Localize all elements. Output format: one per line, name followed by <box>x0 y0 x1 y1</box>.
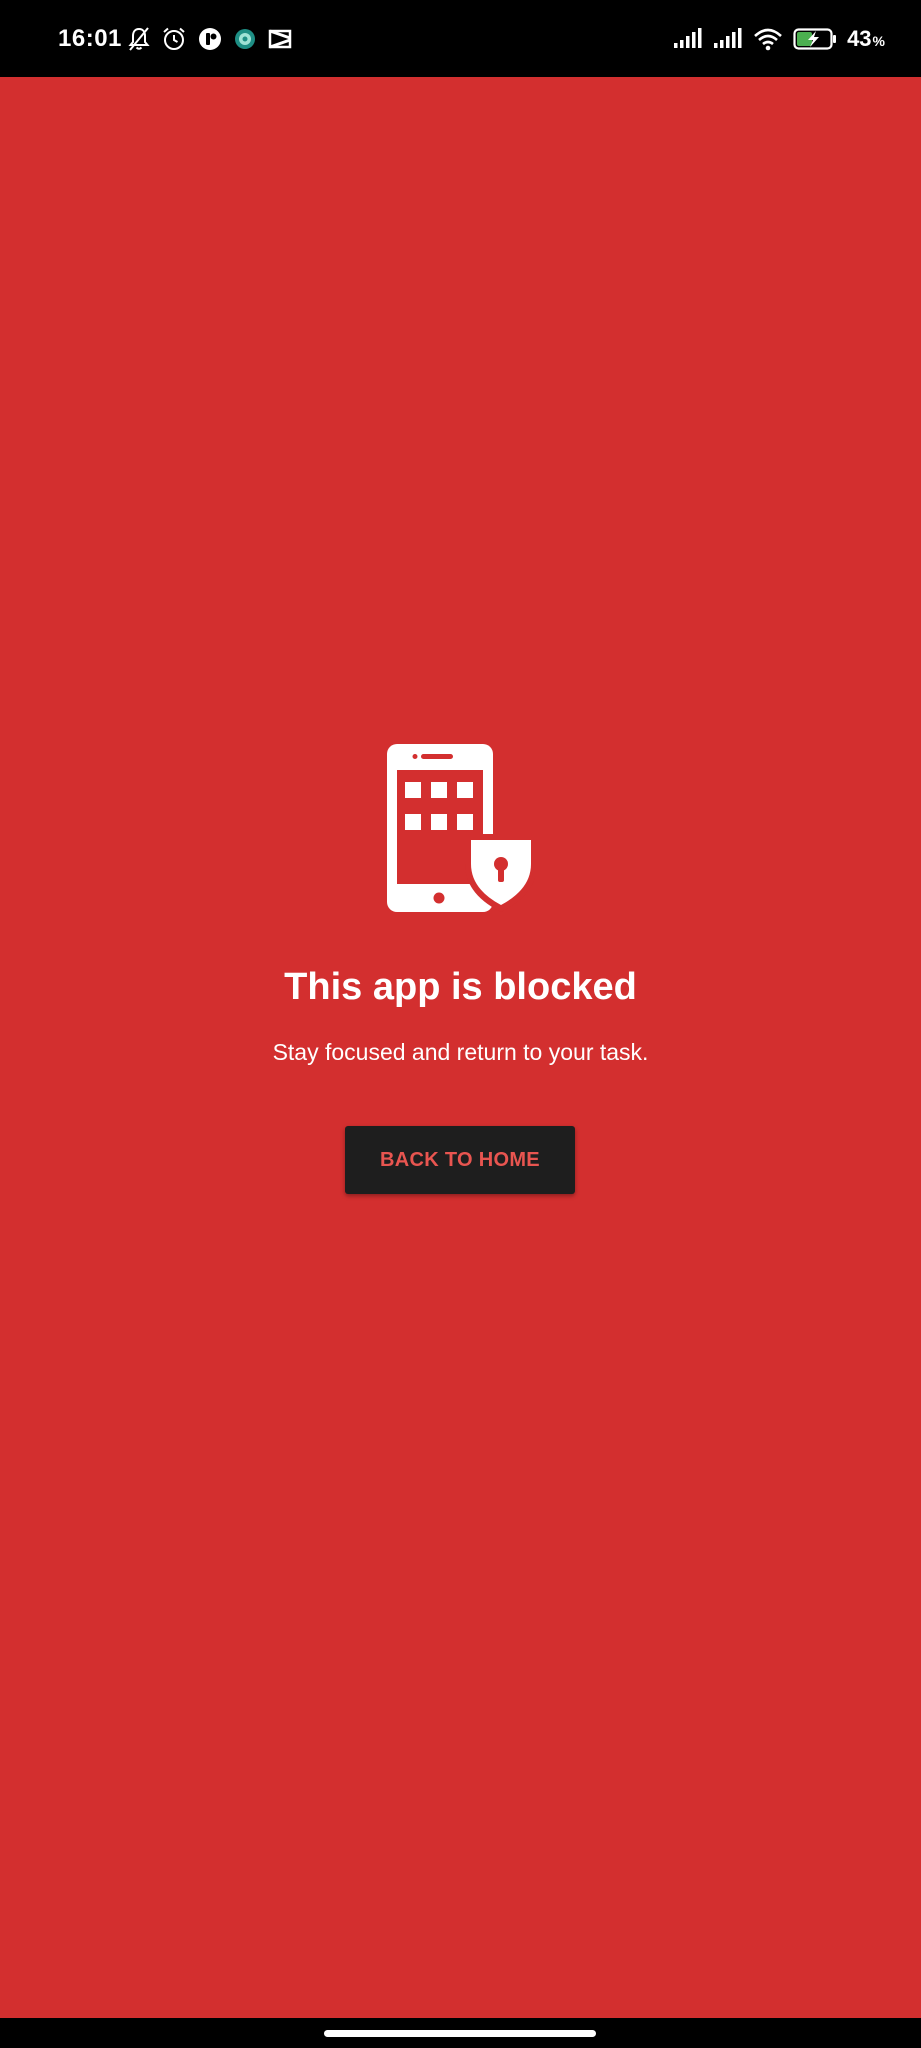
blocked-subtitle: Stay focused and return to your task. <box>272 1039 649 1065</box>
status-system-icons: 43% <box>673 0 885 77</box>
app-notification-icon <box>197 26 223 52</box>
alarm-icon <box>161 26 187 52</box>
blocked-title: This app is blocked <box>284 966 637 1008</box>
battery-percent: 43 <box>847 25 872 51</box>
battery-unit: % <box>872 32 885 49</box>
signal-icon <box>673 27 703 50</box>
navigation-bar <box>0 2018 921 2048</box>
capcut-icon <box>267 28 293 50</box>
battery-level: 43% <box>847 26 885 52</box>
blocked-screen: 16:01 43 % This app is blocked Stay focu… <box>0 0 921 2048</box>
status-bar: 16:01 43 % <box>0 0 921 77</box>
wifi-icon <box>753 27 783 51</box>
signal-icon <box>713 27 743 50</box>
status-notification-icons <box>127 0 293 77</box>
bell-off-icon <box>127 26 151 52</box>
home-indicator[interactable] <box>324 2030 596 2037</box>
back-to-home-button[interactable]: BACK TO HOME <box>345 1126 575 1194</box>
battery-charging-icon <box>793 27 837 51</box>
status-time: 16:01 <box>58 24 122 52</box>
phone-lock-shield-icon <box>385 742 537 917</box>
app-badge-icon <box>233 27 257 51</box>
